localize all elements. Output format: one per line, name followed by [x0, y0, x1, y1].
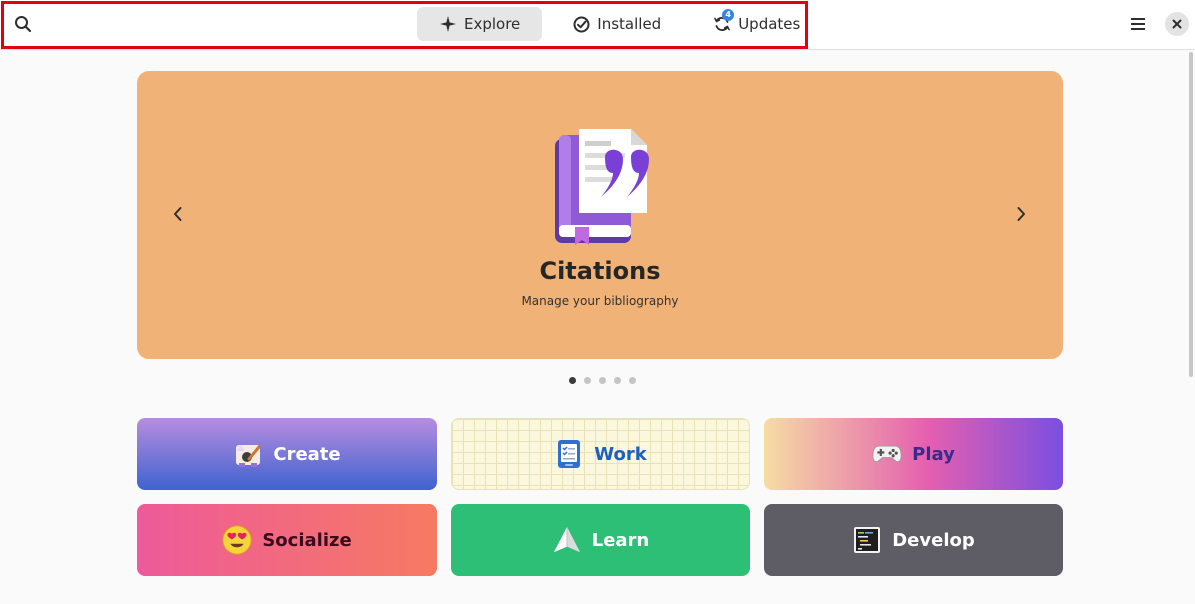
- chevron-right-icon: [1017, 207, 1025, 221]
- header-bar: Explore Installed 4 Updates: [0, 0, 1195, 50]
- category-label: Play: [912, 443, 955, 465]
- category-create[interactable]: Create: [137, 418, 437, 490]
- featured-carousel[interactable]: Citations Manage your bibliography: [137, 71, 1063, 359]
- carousel-dot[interactable]: [629, 377, 636, 384]
- citations-app-icon: [553, 127, 663, 251]
- chevron-left-icon: [174, 207, 182, 221]
- carousel-dot[interactable]: [614, 377, 621, 384]
- work-checklist-icon: [554, 439, 584, 469]
- close-icon: [1172, 19, 1182, 29]
- carousel-dot[interactable]: [569, 377, 576, 384]
- carousel-previous-button[interactable]: [163, 199, 193, 229]
- category-grid: Create Work Play Socialize Learn Develop: [137, 418, 1063, 576]
- window-close-button[interactable]: [1165, 12, 1189, 36]
- category-play[interactable]: Play: [764, 418, 1063, 490]
- carousel-next-button[interactable]: [1006, 199, 1036, 229]
- category-label: Learn: [591, 529, 650, 551]
- tab-label: Installed: [597, 15, 662, 33]
- carousel-indicator: [569, 377, 636, 384]
- category-label: Work: [594, 443, 647, 465]
- carousel-dot[interactable]: [599, 377, 606, 384]
- category-learn[interactable]: Learn: [451, 504, 750, 576]
- gamepad-icon: [872, 439, 902, 469]
- category-socialize[interactable]: Socialize: [137, 504, 437, 576]
- category-work[interactable]: Work: [451, 418, 750, 490]
- create-art-icon: [233, 439, 263, 469]
- category-label: Socialize: [262, 529, 352, 551]
- updates-icon: 4: [713, 9, 735, 33]
- installed-check-icon: [572, 15, 590, 33]
- category-label: Develop: [892, 529, 975, 551]
- paper-plane-icon: [552, 525, 582, 555]
- category-develop[interactable]: Develop: [764, 504, 1063, 576]
- tab-updates[interactable]: 4 Updates: [691, 7, 822, 41]
- category-label: Create: [273, 443, 341, 465]
- search-button[interactable]: [8, 9, 38, 39]
- carousel-dot[interactable]: [584, 377, 591, 384]
- main-menu-button[interactable]: [1124, 9, 1152, 39]
- tab-label: Updates: [738, 15, 801, 33]
- view-switcher: Explore Installed 4 Updates: [417, 7, 822, 41]
- search-icon: [15, 16, 32, 33]
- tab-label: Explore: [464, 15, 521, 33]
- heart-eyes-emoji-icon: [222, 525, 252, 555]
- tab-installed[interactable]: Installed: [550, 7, 683, 41]
- explore-icon: [439, 15, 457, 33]
- featured-app-name: Citations: [539, 257, 661, 285]
- hamburger-menu-icon: [1131, 18, 1145, 30]
- tab-explore[interactable]: Explore: [417, 7, 543, 41]
- terminal-icon: [852, 525, 882, 555]
- scrollbar[interactable]: [1189, 52, 1193, 377]
- featured-app-summary: Manage your bibliography: [521, 294, 679, 308]
- updates-count-badge: 4: [722, 9, 735, 21]
